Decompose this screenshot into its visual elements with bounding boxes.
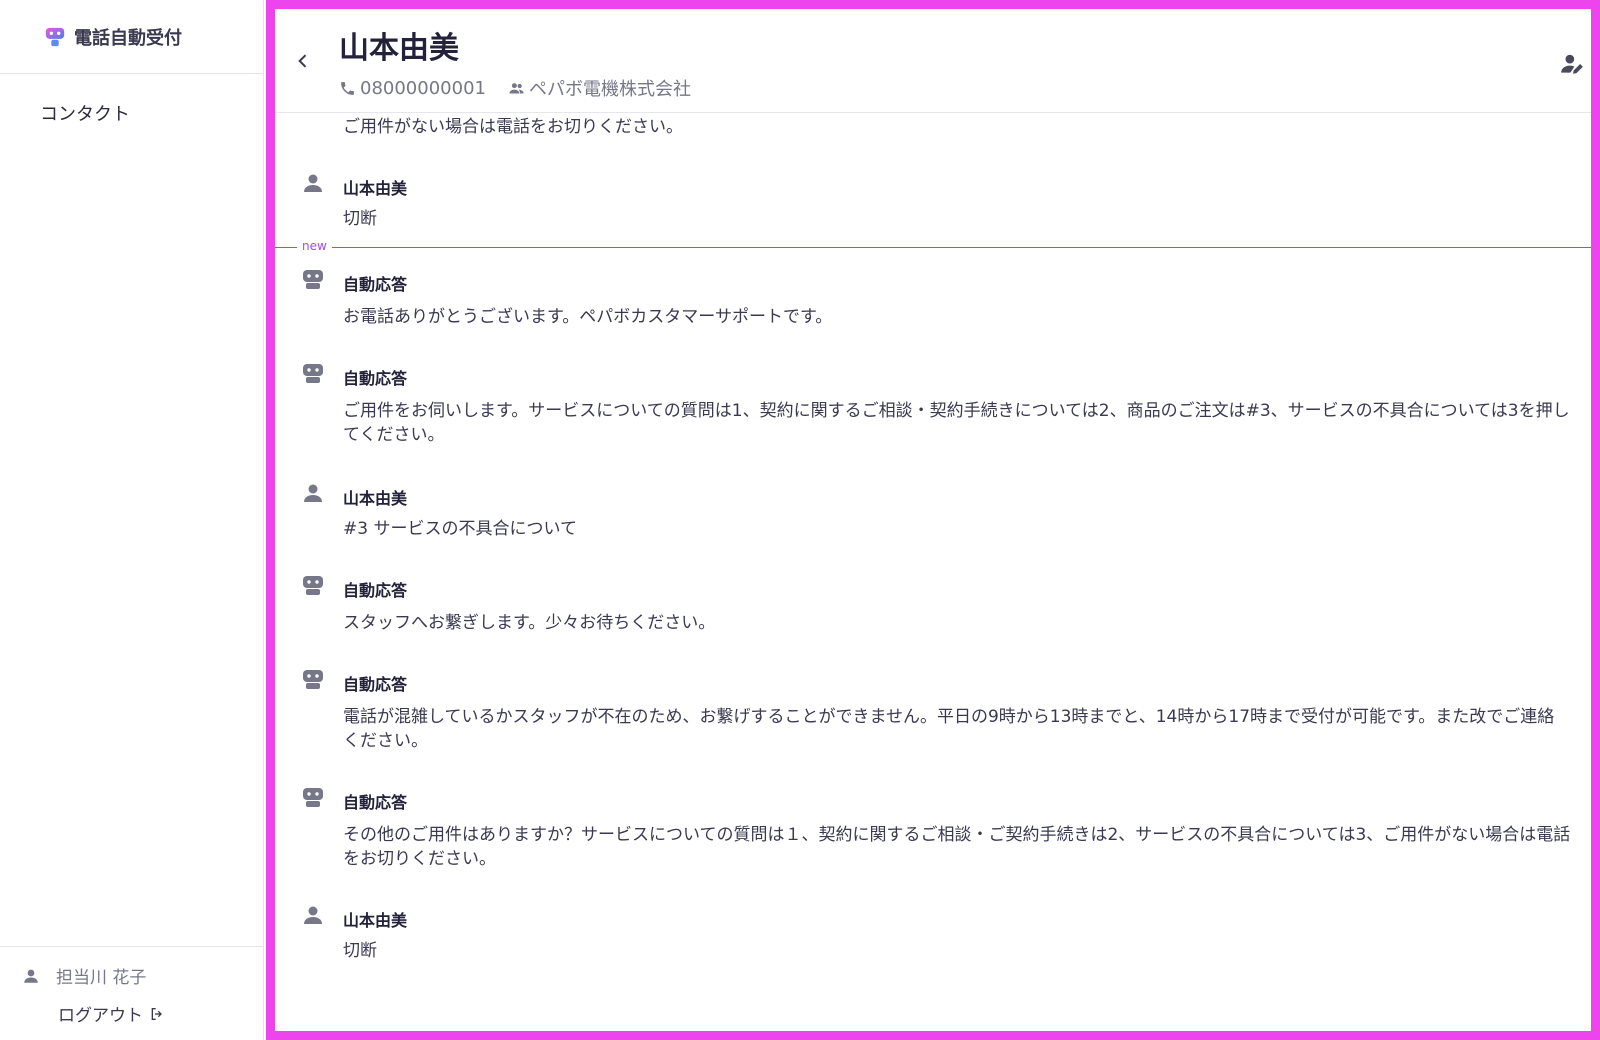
message-body: スタッフへお繋ぎします。少々お待ちください。 — [343, 613, 716, 633]
robot-icon — [303, 788, 323, 807]
message-body: お電話ありがとうございます。ペパボカスタマーサポートです。 — [343, 307, 833, 327]
robot-icon — [303, 670, 323, 689]
person-icon — [304, 484, 322, 502]
message-sender: 山本由美 — [343, 911, 408, 930]
message-body: その他のご用件はありますか？サービスについての質問は１、契約に関するご相談・ご契… — [343, 825, 1571, 869]
app-root: 電話自動受付 コンタクト 担当川 花子 ログアウト 山本由美 080000000… — [0, 0, 1600, 1040]
sidebar: 電話自動受付 コンタクト 担当川 花子 ログアウト — [0, 0, 264, 1040]
brand[interactable]: 電話自動受付 — [0, 0, 263, 74]
new-messages-divider: new — [275, 239, 1591, 253]
message-body: 切断 — [343, 941, 377, 961]
message-body: 切断 — [343, 209, 377, 229]
sidebar-footer: 担当川 花子 ログアウト — [0, 946, 264, 1040]
robot-icon — [303, 270, 323, 289]
logout-icon — [151, 1007, 162, 1020]
message-sender: 自動応答 — [343, 675, 408, 694]
brand-title: 電話自動受付 — [74, 27, 182, 49]
message-body: #3 サービスの不具合について — [343, 519, 577, 539]
chevron-left-icon[interactable] — [293, 51, 313, 71]
robot-icon — [303, 364, 323, 383]
person-icon — [304, 174, 322, 192]
message-list: ご用件がない場合は電話をお切りください。 山本由美 切断 new 自動応答 お電… — [275, 113, 1591, 1027]
message-body: ご用件をお伺いします。サービスについての質問は1、契約に関するご相談・契約手続き… — [343, 401, 1570, 445]
person-icon — [24, 969, 38, 983]
message-sender: 自動応答 — [343, 793, 408, 812]
person-icon — [304, 906, 322, 924]
contact-company: ペパボ電機株式会社 — [528, 79, 691, 100]
logout-label: ログアウト — [58, 1006, 143, 1026]
agent-name: 担当川 花子 — [56, 968, 147, 988]
agent-info: 担当川 花子 — [22, 963, 146, 988]
contact-meta: 08000000001 ペパボ電機株式会社 — [339, 75, 691, 101]
group-icon — [509, 82, 524, 93]
message-sender: 山本由美 — [343, 489, 408, 508]
conversation-panel: 山本由美 08000000001 ペパボ電機株式会社 ご用件がない場合は電話をお… — [266, 0, 1600, 1040]
contact-phone: 08000000001 — [360, 77, 486, 99]
person-edit-icon[interactable] — [1559, 51, 1585, 77]
message-sender: 自動応答 — [343, 275, 408, 294]
phone-icon — [341, 81, 354, 95]
message-sender: 自動応答 — [343, 581, 408, 600]
conversation-header: 山本由美 08000000001 ペパボ電機株式会社 — [275, 9, 1591, 113]
sidebar-item-contacts[interactable]: コンタクト — [0, 100, 263, 126]
message-body: 電話が混雑しているかスタッフが不在のため、お繋げすることができません。平日の9時… — [343, 707, 1555, 751]
logout-button[interactable]: ログアウト — [58, 1001, 165, 1026]
message-sender: 山本由美 — [343, 179, 408, 198]
new-label: new — [297, 239, 332, 253]
message-body: ご用件がない場合は電話をお切りください。 — [343, 117, 683, 137]
contact-name: 山本由美 — [339, 31, 459, 66]
contact-company-wrap: ペパボ電機株式会社 — [508, 75, 691, 101]
message-sender: 自動応答 — [343, 369, 408, 388]
robot-icon — [303, 576, 323, 595]
robot-logo-icon — [45, 27, 65, 46]
